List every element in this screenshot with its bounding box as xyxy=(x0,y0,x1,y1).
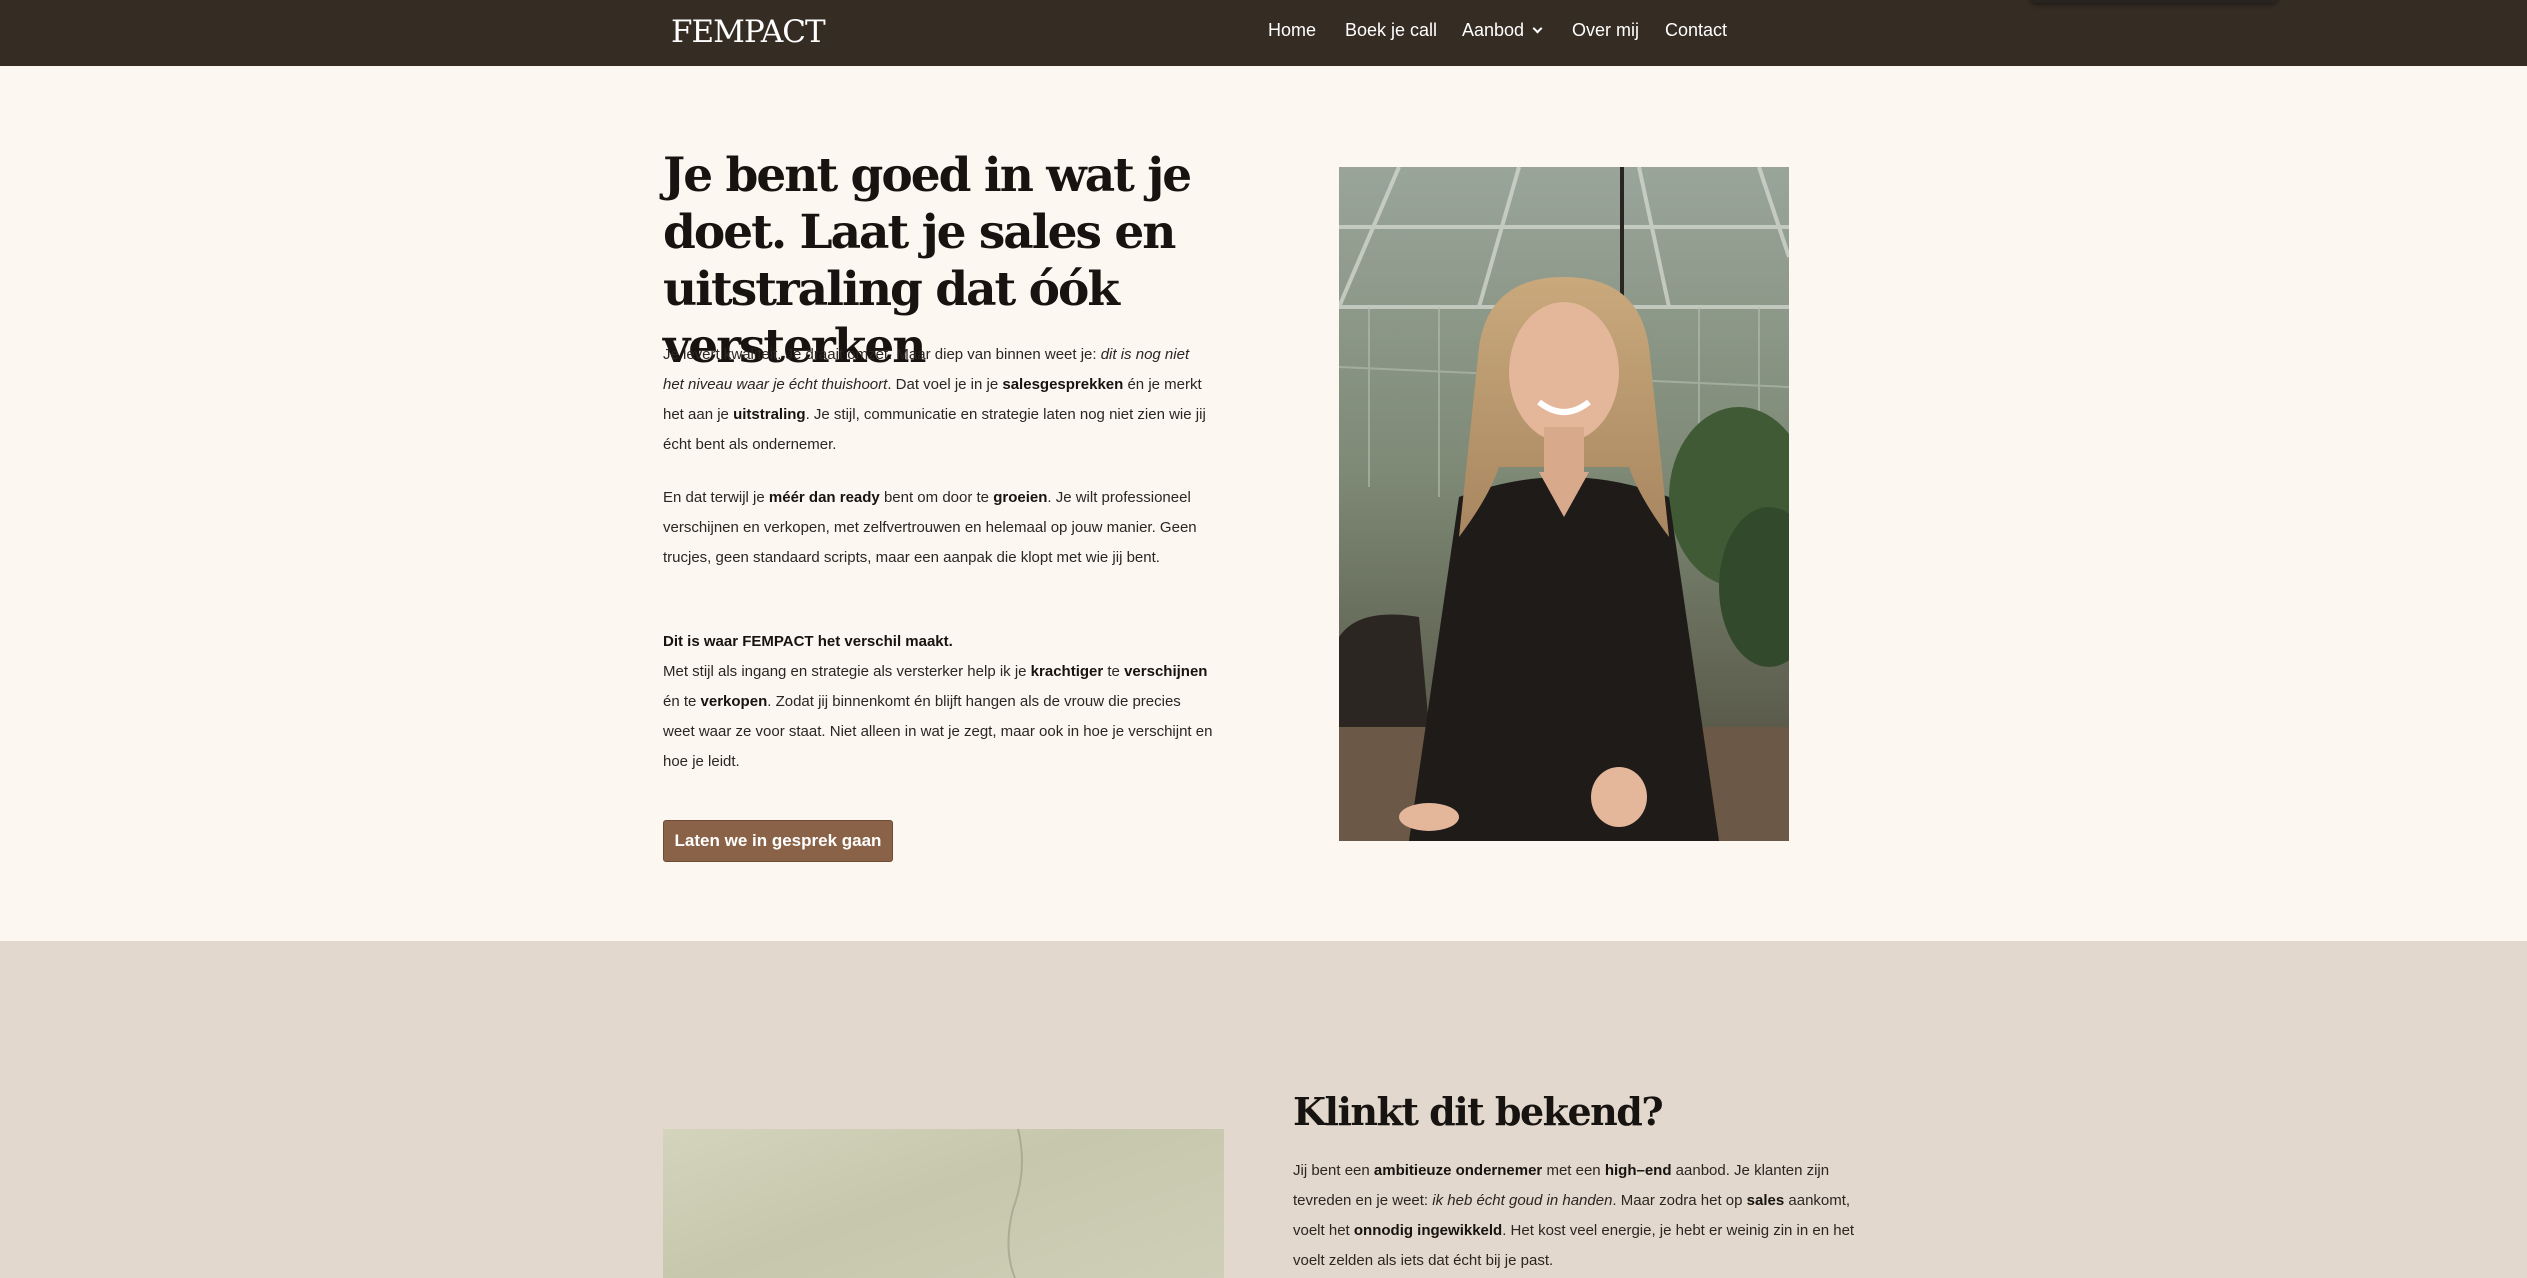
hero-portrait-photo xyxy=(1339,167,1789,841)
text: bent om door te xyxy=(879,489,994,506)
section2-image-illustration xyxy=(1007,1129,1023,1278)
text-bold: sales xyxy=(1746,1192,1785,1209)
section-klinkt-dit-bekend xyxy=(0,941,2527,1278)
text: Jij bent een xyxy=(1293,1162,1374,1179)
text-bold: krachtiger xyxy=(1030,663,1104,680)
nav-boek-je-call[interactable]: Boek je call xyxy=(1345,20,1437,41)
cta-button[interactable]: Laten we in gesprek gaan xyxy=(663,820,893,862)
site-logo[interactable]: FEMPACT xyxy=(671,14,826,50)
nav-contact[interactable]: Contact xyxy=(1665,20,1727,41)
hero-paragraph-3: Dit is waar FEMPACT het verschil maakt. … xyxy=(663,627,1213,777)
nav-aanbod-label: Aanbod xyxy=(1462,20,1525,40)
text: En dat terwijl je xyxy=(663,489,769,506)
text: Je levert kwaliteit. Je draait omzet. Ma… xyxy=(663,346,1101,363)
portrait-illustration xyxy=(1339,167,1789,841)
chevron-down-icon xyxy=(1532,23,1543,34)
text: én te xyxy=(663,693,701,710)
text-bold: onnodig ingewikkeld xyxy=(1353,1222,1503,1239)
overlay-popover-edge xyxy=(2030,0,2278,3)
hero-paragraph-1: Je levert kwaliteit. Je draait omzet. Ma… xyxy=(663,340,1213,460)
nav-aanbod[interactable]: Aanbod xyxy=(1462,20,1543,41)
text-bold: uitstraling xyxy=(733,406,806,423)
nav-home[interactable]: Home xyxy=(1268,20,1316,41)
text: Met stijl als ingang en strategie als ve… xyxy=(663,663,1031,680)
text-bold: méér dan ready xyxy=(768,489,880,506)
text-bold: verschijnen xyxy=(1124,663,1208,680)
text: . Dat voel je in je xyxy=(887,376,1003,393)
text-bold: salesgesprekken xyxy=(1002,376,1124,393)
text: met een xyxy=(1542,1162,1605,1179)
text-bold: verkopen xyxy=(700,693,768,710)
nav-over-mij[interactable]: Over mij xyxy=(1572,20,1639,41)
text-italic: ik heb écht goud in handen xyxy=(1432,1192,1613,1209)
text: te xyxy=(1103,663,1125,680)
text-bold: ambitieuze ondernemer xyxy=(1373,1162,1543,1179)
paragraph-heading: Dit is waar FEMPACT het verschil maakt. xyxy=(663,633,953,650)
text-bold: high–end xyxy=(1604,1162,1672,1179)
text-bold: groeien xyxy=(993,489,1048,506)
section2-image xyxy=(663,1129,1224,1278)
top-navigation-bar: FEMPACT Home Boek je call Aanbod Over mi… xyxy=(0,0,2527,66)
section2-paragraph: Jij bent een ambitieuze ondernemer met e… xyxy=(1293,1156,1873,1276)
text: . Maar zodra het op xyxy=(1612,1192,1747,1209)
hero-paragraph-2: En dat terwijl je méér dan ready bent om… xyxy=(663,483,1213,573)
section2-title: Klinkt dit bekend? xyxy=(1293,1089,1664,1134)
